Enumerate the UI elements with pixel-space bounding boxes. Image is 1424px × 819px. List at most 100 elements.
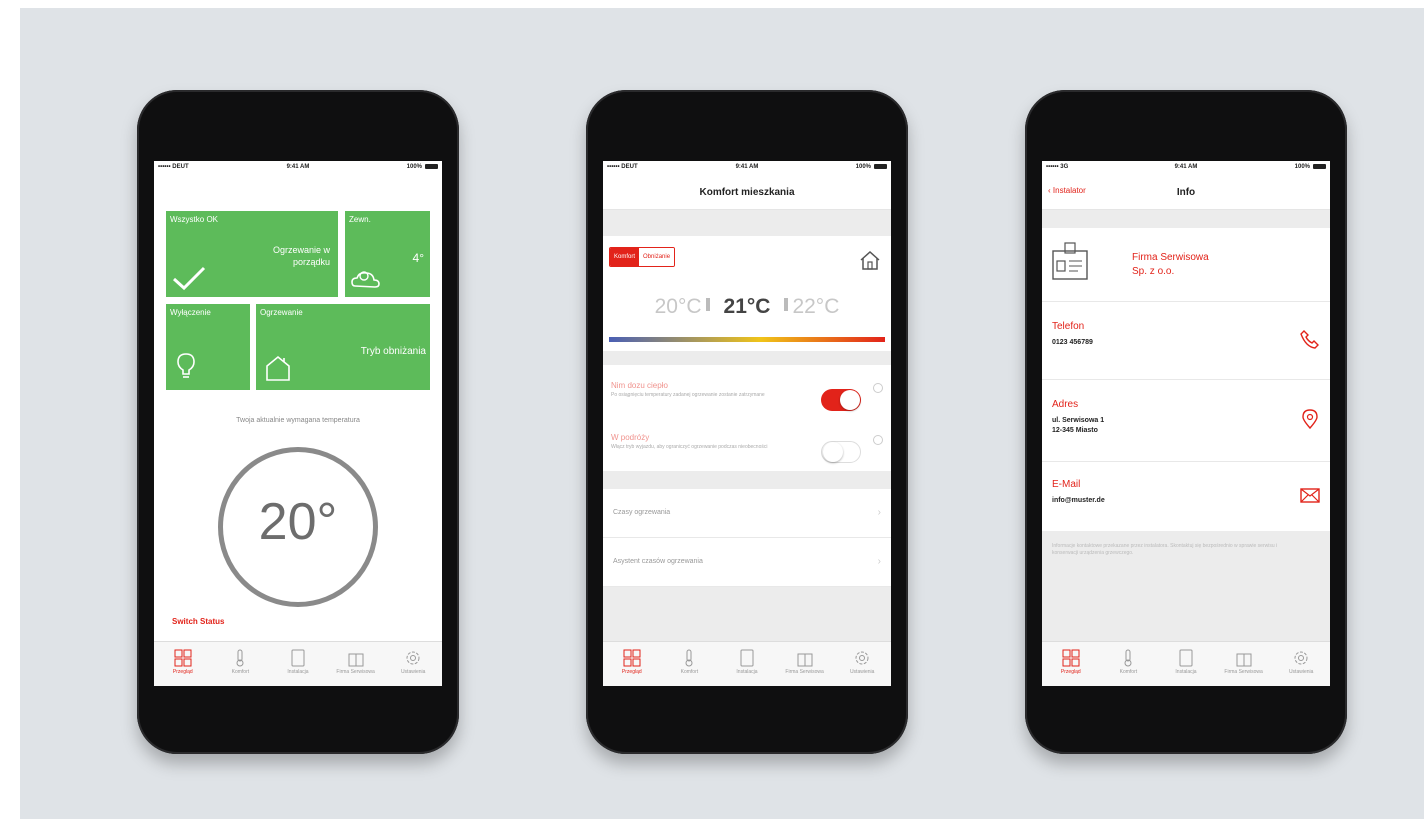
address-line2: 12-345 Miasto [1052, 427, 1098, 434]
tab-label: Instalacja [287, 669, 309, 675]
temp-low[interactable]: 20°C [655, 295, 702, 318]
background: •••••• DEUT 9:41 AM 100% Wszystko OK Ogr… [20, 8, 1424, 819]
house-icon[interactable] [859, 249, 881, 271]
status-time: 9:41 AM [1174, 164, 1198, 170]
bulb-icon [177, 353, 195, 378]
phone-overview: •••••• DEUT 9:41 AM 100% Wszystko OK Ogr… [137, 90, 459, 754]
status-bar: •••••• 3G 9:41 AM 100% [1042, 161, 1330, 173]
option-title: W podróży [611, 433, 650, 442]
company-name-line2: Sp. z o.o. [1132, 266, 1175, 277]
tab-comfort[interactable]: Komfort [1100, 642, 1158, 686]
info-icon[interactable] [873, 383, 883, 393]
tab-label: Komfort [680, 669, 699, 675]
contact-label: E-Mail [1052, 479, 1081, 490]
tile-heating-status: Ogrzewanie w porządku [272, 245, 330, 267]
tab-service-company[interactable]: Firma Serwisowa [327, 642, 385, 686]
option-travel: W podróży Włącz tryb wyjazdu, aby ograni… [611, 433, 811, 450]
screen-info: •••••• 3G 9:41 AM 100% ‹ Instalator Info… [1042, 161, 1330, 686]
tab-label: Instalacja [736, 669, 758, 675]
switch-status-link[interactable]: Switch Status [172, 617, 224, 626]
tab-bar: Przegląd Komfort Instalacja Firma Serwis… [154, 641, 442, 686]
chevron-right-icon: › [877, 507, 881, 518]
tab-overview[interactable]: Przegląd [154, 642, 212, 686]
tab-label: Ustawienia [849, 669, 875, 675]
battery-icon [425, 164, 438, 169]
info-icon[interactable] [873, 435, 883, 445]
tab-comfort[interactable]: Komfort [212, 642, 270, 686]
check-icon [172, 266, 206, 291]
tab-label: Komfort [231, 669, 250, 675]
status-bar: •••••• DEUT 9:41 AM 100% [154, 161, 442, 173]
tile-heating[interactable]: Ogrzewanie Tryb obniżania [256, 304, 430, 390]
gear-icon [406, 651, 420, 665]
tab-label: Ustawienia [1288, 669, 1314, 675]
tab-settings[interactable]: Ustawienia [1272, 642, 1330, 686]
tablet-icon [1179, 649, 1193, 667]
tab-comfort[interactable]: Komfort [661, 642, 719, 686]
battery-icon [874, 164, 887, 169]
mode-segmented-control: Komfort Obniżanie [609, 247, 676, 267]
grid-icon [623, 649, 641, 667]
footnote: Informacje kontaktowe przekazane przez i… [1052, 543, 1278, 556]
divider-band [603, 210, 891, 236]
divider [1042, 379, 1330, 380]
building-icon [797, 653, 813, 667]
tile-lighting-label: Wyłączenie [170, 308, 211, 317]
segment-setback[interactable]: Obniżanie [639, 248, 675, 266]
screen-overview: •••••• DEUT 9:41 AM 100% Wszystko OK Ogr… [154, 161, 442, 686]
tab-label: Instalacja [1175, 669, 1197, 675]
tab-label: Firma Serwisowa [336, 669, 375, 675]
tab-service-company[interactable]: Firma Serwisowa [776, 642, 834, 686]
battery-label: 100% [855, 164, 871, 170]
tile-heating-label: Ogrzewanie [260, 308, 303, 317]
tile-all-ok[interactable]: Wszystko OK Ogrzewanie w porządku [166, 211, 338, 297]
warmth-toggle[interactable] [821, 389, 861, 411]
nav-bar: Komfort mieszkania [603, 173, 891, 210]
temp-current: 21°C [723, 295, 771, 318]
house-icon [266, 355, 290, 381]
email-value[interactable]: info@muster.de [1052, 496, 1322, 506]
temperature-selector[interactable]: 20°C 21°C 22°C [603, 295, 891, 319]
option-desc: Włącz tryb wyjazdu, aby ograniczyć ogrze… [611, 444, 768, 450]
divider-band [603, 351, 891, 365]
row-label: Czasy ogrzewania [613, 509, 671, 516]
id-card-icon [1052, 242, 1088, 280]
separator [705, 298, 710, 311]
row-heating-times[interactable]: Czasy ogrzewania › [603, 489, 891, 538]
tab-installation[interactable]: Instalacja [718, 642, 776, 686]
row-label: Asystent czasów ogrzewania [613, 558, 703, 565]
temperature-dial[interactable]: 20° [218, 447, 378, 607]
tablet-icon [291, 649, 305, 667]
phone-number[interactable]: 0123 456789 [1052, 338, 1322, 348]
tab-overview[interactable]: Przegląd [1042, 642, 1100, 686]
location-icon[interactable] [1300, 409, 1320, 429]
travel-toggle[interactable] [821, 441, 861, 463]
tab-bar: Przegląd Komfort Instalacja Firma Serwis… [1042, 641, 1330, 686]
building-icon [1236, 653, 1252, 667]
empty-area [603, 587, 891, 643]
tab-service-company[interactable]: Firma Serwisowa [1215, 642, 1273, 686]
tile-lighting[interactable]: Wyłączenie [166, 304, 250, 390]
option-desc: Po osiągnięciu temperatury zadanej ogrze… [611, 392, 765, 398]
address-value[interactable]: ul. Serwisowa 1 12-345 Miasto [1052, 416, 1322, 436]
divider [1042, 461, 1330, 462]
outside-temp: 4° [412, 251, 424, 265]
toggle-knob [840, 390, 860, 410]
tab-installation[interactable]: Instalacja [1157, 642, 1215, 686]
address-line1: ul. Serwisowa 1 [1052, 417, 1105, 424]
mail-icon[interactable] [1300, 485, 1320, 505]
status-bar: •••••• DEUT 9:41 AM 100% [603, 161, 891, 173]
segment-comfort[interactable]: Komfort [610, 248, 640, 266]
row-heating-assistant[interactable]: Asystent czasów ogrzewania › [603, 538, 891, 587]
tab-settings[interactable]: Ustawienia [833, 642, 891, 686]
grid-icon [1062, 649, 1080, 667]
tab-label: Firma Serwisowa [1224, 669, 1263, 675]
tab-installation[interactable]: Instalacja [269, 642, 327, 686]
tab-overview[interactable]: Przegląd [603, 642, 661, 686]
temp-high[interactable]: 22°C [792, 295, 839, 318]
tab-settings[interactable]: Ustawienia [384, 642, 442, 686]
option-title: Nim dozu ciepło [611, 381, 668, 390]
phone-icon[interactable] [1300, 329, 1320, 349]
tab-label: Przegląd [172, 669, 193, 675]
tile-outside[interactable]: Zewn. 4° [345, 211, 430, 297]
